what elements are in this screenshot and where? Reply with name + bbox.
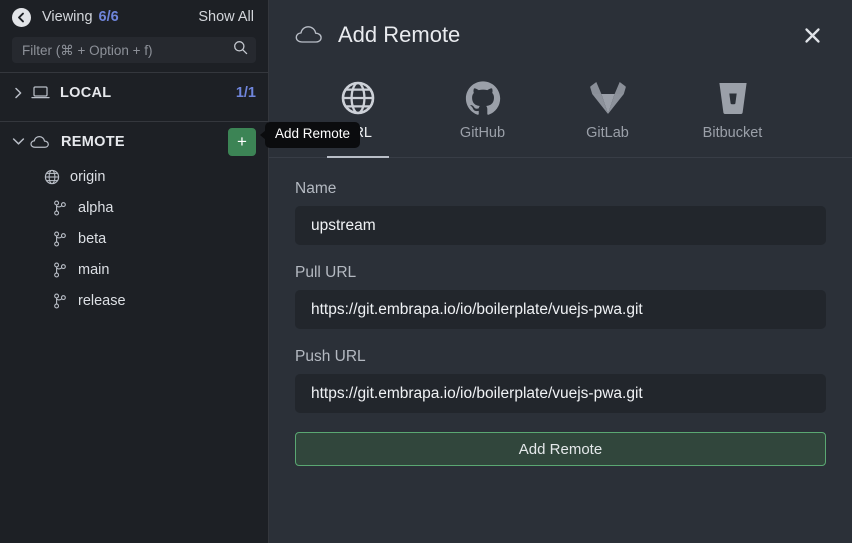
sidebar-group-remote-label: REMOTE: [61, 133, 125, 150]
sidebar-remote-origin-label: origin: [70, 168, 106, 185]
cloud-icon: [30, 135, 51, 149]
tab-github[interactable]: GitHub: [420, 70, 545, 158]
git-branch-icon: [53, 262, 67, 278]
globe-icon: [44, 169, 60, 185]
laptop-icon: [30, 85, 50, 100]
page-title: Add Remote: [338, 22, 461, 47]
list-item[interactable]: main: [0, 254, 268, 285]
github-icon: [465, 80, 501, 116]
pull-url-input[interactable]: [295, 290, 826, 329]
field-pull-url: Pull URL: [295, 264, 826, 329]
plus-icon: +: [237, 131, 247, 151]
sidebar: Viewing 6/6 Show All Filter (⌘ + Option …: [0, 0, 269, 543]
branch-label: release: [78, 292, 126, 309]
sidebar-group-local-label: LOCAL: [60, 84, 112, 101]
branch-label: main: [78, 261, 110, 278]
chevron-down-icon[interactable]: [10, 137, 26, 146]
viewing-count: 6/6: [98, 9, 119, 25]
tab-github-label: GitHub: [459, 125, 506, 141]
back-arrow-icon[interactable]: [12, 7, 31, 27]
list-item[interactable]: alpha: [0, 192, 268, 223]
tab-bitbucket[interactable]: Bitbucket: [670, 70, 795, 158]
git-branch-icon: [53, 200, 67, 216]
close-icon[interactable]: [798, 21, 826, 49]
list-item[interactable]: release: [0, 285, 268, 316]
add-remote-form: Name Pull URL Push URL Add Remote: [269, 158, 852, 466]
git-branch-icon: [53, 231, 67, 247]
tab-gitlab-label: GitLab: [586, 125, 629, 141]
show-all-button[interactable]: Show All: [198, 9, 254, 25]
sidebar-group-local-count: 1/1: [235, 84, 256, 101]
globe-icon: [340, 80, 376, 116]
name-input[interactable]: [295, 206, 826, 245]
sidebar-group-remote[interactable]: REMOTE +: [0, 122, 268, 161]
add-remote-button[interactable]: +: [228, 127, 256, 156]
sidebar-remote-origin[interactable]: origin: [0, 161, 268, 192]
sidebar-topbar: Viewing 6/6 Show All: [0, 0, 268, 34]
tooltip: Add Remote: [259, 122, 361, 148]
app-root: Viewing 6/6 Show All Filter (⌘ + Option …: [0, 0, 852, 543]
field-pull-url-label: Pull URL: [295, 264, 357, 281]
add-remote-submit-button[interactable]: Add Remote: [295, 432, 826, 466]
field-name: Name: [295, 180, 826, 245]
cloud-icon: [295, 25, 325, 45]
bitbucket-icon: [717, 80, 749, 116]
viewing-label: Viewing: [42, 9, 93, 25]
add-remote-dialog: Add Remote URL: [269, 0, 852, 543]
search-input[interactable]: [22, 42, 227, 58]
filter-field-wrapper[interactable]: [12, 37, 256, 63]
dialog-header: Add Remote: [269, 0, 852, 70]
branch-label: beta: [78, 230, 107, 247]
sidebar-group-local[interactable]: LOCAL 1/1: [0, 73, 268, 112]
field-push-url: Push URL: [295, 348, 826, 413]
branch-label: alpha: [78, 199, 114, 216]
tab-gitlab[interactable]: GitLab: [545, 70, 670, 158]
gitlab-icon: [589, 80, 626, 116]
git-branch-icon: [53, 293, 67, 309]
tab-bitbucket-label: Bitbucket: [702, 125, 763, 141]
list-item[interactable]: beta: [0, 223, 268, 254]
chevron-right-icon[interactable]: [10, 87, 26, 99]
push-url-input[interactable]: [295, 374, 826, 413]
field-push-url-label: Push URL: [295, 348, 366, 365]
search-icon: [233, 40, 248, 60]
field-name-label: Name: [295, 180, 337, 197]
